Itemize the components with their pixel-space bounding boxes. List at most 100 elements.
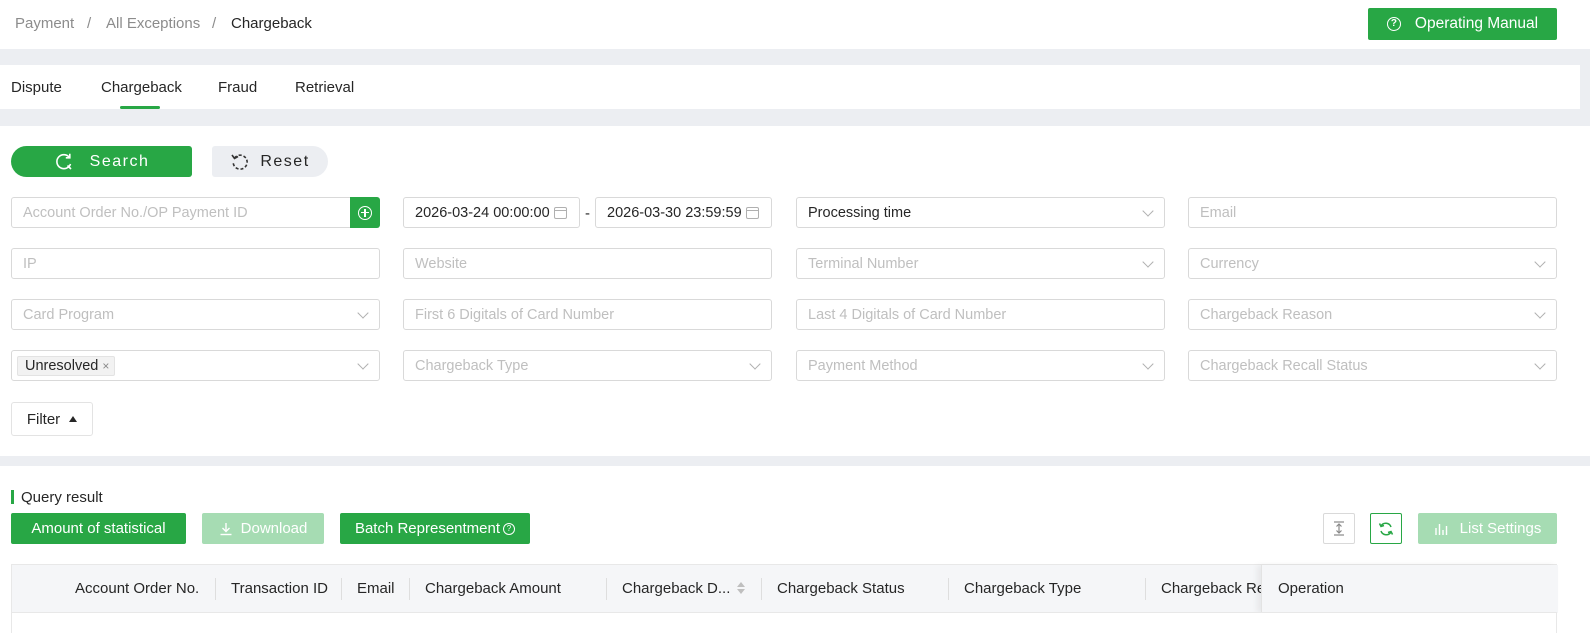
first6-digits-input[interactable]: First 6 Digitals of Card Number <box>403 299 772 330</box>
terminal-number-select[interactable]: Terminal Number <box>796 248 1165 279</box>
email-placeholder: Email <box>1200 204 1237 221</box>
column-chargeback-reason: Chargeback Re <box>1161 580 1266 597</box>
recall-status-placeholder: Chargeback Recall Status <box>1200 357 1368 374</box>
bar-chart-icon <box>1434 523 1447 535</box>
fixed-operation-column: Operation <box>1261 565 1558 613</box>
status-multiselect[interactable]: Unresolved × <box>11 350 380 381</box>
payment-method-select[interactable]: Payment Method <box>796 350 1165 381</box>
ip-input[interactable]: IP <box>11 248 380 279</box>
close-icon[interactable]: × <box>102 359 109 373</box>
section-accent-bar <box>11 490 14 504</box>
list-settings-label: List Settings <box>1459 520 1542 537</box>
chargeback-reason-select[interactable]: Chargeback Reason <box>1188 299 1557 330</box>
question-circle-icon: ? <box>503 522 516 535</box>
card-program-placeholder: Card Program <box>23 306 115 323</box>
column-divider <box>948 578 949 600</box>
chevron-down-icon <box>1534 256 1546 268</box>
column-divider <box>341 578 342 600</box>
search-refresh-icon <box>55 153 72 170</box>
operating-manual-label: Operating Manual <box>1414 15 1539 32</box>
currency-select[interactable]: Currency <box>1188 248 1557 279</box>
website-input[interactable]: Website <box>403 248 772 279</box>
time-type-value: Processing time <box>808 204 912 221</box>
last4-digits-input[interactable]: Last 4 Digitals of Card Number <box>796 299 1165 330</box>
column-divider <box>409 578 410 600</box>
chevron-down-icon <box>1534 358 1546 370</box>
caret-up-icon <box>69 416 78 422</box>
end-date-value: 2026-03-30 23:59:59 <box>607 204 742 221</box>
column-divider <box>215 578 216 600</box>
tab-chargeback[interactable]: Chargeback <box>101 79 182 96</box>
first6-digits-placeholder: First 6 Digitals of Card Number <box>415 306 615 323</box>
column-chargeback-status: Chargeback Status <box>777 580 905 597</box>
payment-method-placeholder: Payment Method <box>808 357 918 374</box>
operating-manual-button[interactable]: ? Operating Manual <box>1368 8 1557 40</box>
order-id-input[interactable]: Account Order No./OP Payment ID <box>11 197 351 228</box>
chargeback-reason-placeholder: Chargeback Reason <box>1200 306 1333 323</box>
vertical-expand-icon <box>1334 521 1344 536</box>
breadcrumb-current: Chargeback <box>231 15 312 32</box>
tab-dispute[interactable]: Dispute <box>11 79 62 96</box>
order-id-placeholder: Account Order No./OP Payment ID <box>23 204 248 221</box>
refresh-button[interactable] <box>1370 513 1402 544</box>
plus-circle-icon <box>358 205 372 220</box>
sort-icon[interactable] <box>737 582 745 594</box>
download-icon <box>220 522 232 535</box>
column-chargeback-amount: Chargeback Amount <box>425 580 561 597</box>
start-date-value: 2026-03-24 00:00:00 <box>415 204 550 221</box>
terminal-number-placeholder: Terminal Number <box>808 255 919 272</box>
chevron-down-icon <box>1142 358 1154 370</box>
calendar-icon <box>746 207 759 219</box>
reset-button[interactable]: Reset <box>212 146 328 177</box>
tab-bar: Dispute Chargeback Fraud Retrieval <box>0 65 1580 109</box>
filter-toggle-label: Filter <box>26 410 61 428</box>
breadcrumb-all-exceptions[interactable]: All Exceptions <box>106 15 200 32</box>
question-circle-icon: ? <box>1386 17 1401 31</box>
column-chargeback-type: Chargeback Type <box>964 580 1082 597</box>
tab-retrieval[interactable]: Retrieval <box>295 79 354 96</box>
search-label: Search <box>89 152 150 170</box>
result-panel: Query result Amount of statistical Downl… <box>0 466 1590 633</box>
time-type-select[interactable]: Processing time <box>796 197 1165 228</box>
query-result-title: Query result <box>21 489 103 506</box>
end-date-input[interactable]: 2026-03-30 23:59:59 <box>595 197 772 228</box>
website-placeholder: Website <box>415 255 468 272</box>
chargeback-type-select[interactable]: Chargeback Type <box>403 350 772 381</box>
breadcrumb-payment[interactable]: Payment <box>15 15 74 32</box>
card-program-select[interactable]: Card Program <box>11 299 380 330</box>
reset-icon <box>231 153 249 170</box>
batch-representment-button[interactable]: Batch Representment ? <box>340 513 530 544</box>
list-settings-button[interactable]: List Settings <box>1418 513 1557 544</box>
batch-representment-label: Batch Representment <box>354 520 501 537</box>
column-chargeback-date[interactable]: Chargeback D... <box>622 580 730 597</box>
email-input[interactable]: Email <box>1188 197 1557 228</box>
tab-fraud[interactable]: Fraud <box>218 79 257 96</box>
download-button[interactable]: Download <box>202 513 324 544</box>
top-bar: Payment / All Exceptions / Chargeback ? … <box>0 0 1590 49</box>
breadcrumb-separator: / <box>87 15 92 32</box>
chevron-down-icon <box>1534 307 1546 319</box>
chevron-down-icon <box>357 307 369 319</box>
search-button[interactable]: Search <box>11 146 192 177</box>
column-divider <box>761 578 762 600</box>
recall-status-select[interactable]: Chargeback Recall Status <box>1188 350 1557 381</box>
column-account-order-no: Account Order No. <box>75 580 200 597</box>
table-header: Account Order No. Transaction ID Email C… <box>11 564 1558 613</box>
chevron-down-icon <box>357 358 369 370</box>
calendar-icon <box>554 207 567 219</box>
date-range-separator: - <box>585 205 590 222</box>
chevron-down-icon <box>1142 256 1154 268</box>
ip-placeholder: IP <box>23 255 37 272</box>
chevron-down-icon <box>1142 205 1154 217</box>
add-order-id-button[interactable] <box>350 197 380 228</box>
start-date-input[interactable]: 2026-03-24 00:00:00 <box>403 197 580 228</box>
column-operation: Operation <box>1278 580 1344 597</box>
column-email: Email <box>357 580 395 597</box>
filter-toggle-button[interactable]: Filter <box>11 402 93 436</box>
last4-digits-placeholder: Last 4 Digitals of Card Number <box>808 306 1007 323</box>
amount-statistical-button[interactable]: Amount of statistical <box>11 513 186 544</box>
expand-rows-button[interactable] <box>1323 513 1355 544</box>
filter-panel: Search Reset Account Order No./OP Paymen… <box>0 126 1590 456</box>
column-transaction-id: Transaction ID <box>231 580 328 597</box>
breadcrumb-separator: / <box>212 15 217 32</box>
